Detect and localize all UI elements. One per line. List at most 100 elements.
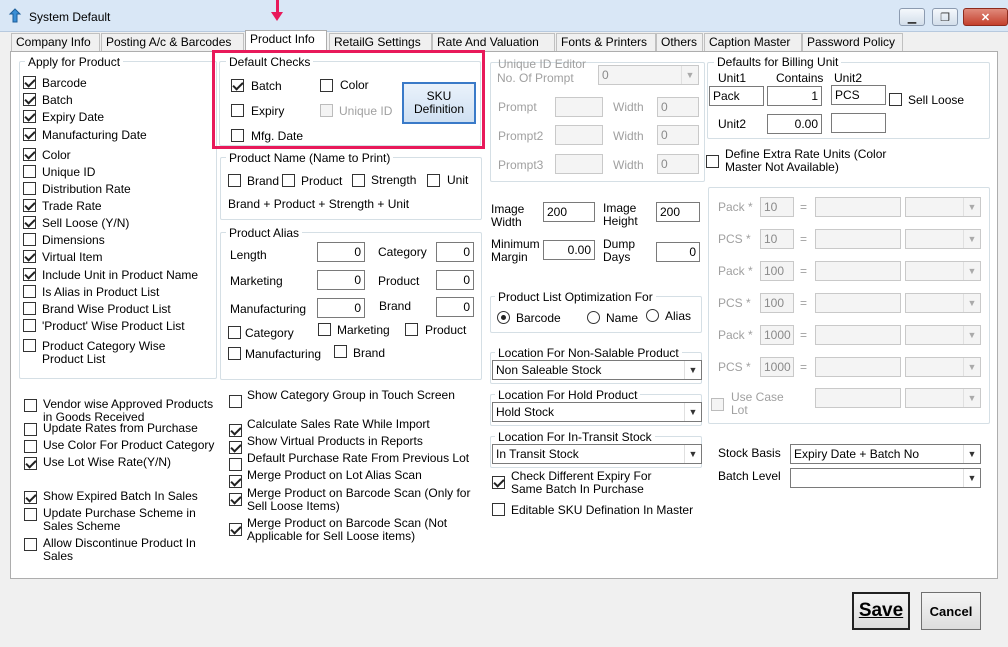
apply-checkbox[interactable] bbox=[23, 128, 36, 141]
alias-brand-input[interactable]: 0 bbox=[436, 297, 474, 317]
uid-width-input-2[interactable]: 0 bbox=[657, 125, 699, 145]
extra-rate-checkbox[interactable] bbox=[706, 155, 719, 168]
apply-checkbox[interactable] bbox=[23, 199, 36, 212]
apply-checkbox[interactable] bbox=[23, 216, 36, 229]
alias-manufacturing-input[interactable]: 0 bbox=[317, 298, 365, 318]
non-salable-select[interactable]: Non Saleable Stock ▼ bbox=[492, 360, 702, 380]
tab-others[interactable]: Others bbox=[656, 33, 703, 51]
uid-prompt-input[interactable] bbox=[555, 97, 603, 117]
left-option-checkbox[interactable] bbox=[24, 457, 37, 470]
uid-width-input-3[interactable]: 0 bbox=[657, 154, 699, 174]
apply-checkbox[interactable] bbox=[23, 268, 36, 281]
mid-option-checkbox[interactable] bbox=[229, 424, 242, 437]
mid-option-checkbox[interactable] bbox=[229, 475, 242, 488]
pn-unit-checkbox[interactable] bbox=[427, 174, 440, 187]
alias-product-input[interactable]: 0 bbox=[436, 270, 474, 290]
apply-checkbox[interactable] bbox=[23, 285, 36, 298]
use-case-lot-select[interactable]: ▼ bbox=[905, 388, 981, 408]
rate-value-input[interactable] bbox=[815, 293, 901, 313]
left-option-checkbox[interactable] bbox=[24, 508, 37, 521]
rate-unit-input[interactable]: 10 bbox=[760, 197, 794, 217]
apply-checkbox[interactable] bbox=[23, 182, 36, 195]
close-button[interactable]: ✕ bbox=[963, 8, 1008, 26]
uid-prompt2-input[interactable] bbox=[555, 125, 603, 145]
color-default-checkbox[interactable] bbox=[320, 79, 333, 92]
rate-unit-select[interactable]: ▼ bbox=[905, 261, 981, 281]
apply-checkbox[interactable] bbox=[23, 165, 36, 178]
rate-value-input[interactable] bbox=[815, 229, 901, 249]
mid-option-checkbox[interactable] bbox=[229, 458, 242, 471]
tab-fonts-printers[interactable]: Fonts & Printers bbox=[556, 33, 656, 51]
rate-value-input[interactable] bbox=[815, 261, 901, 281]
opt-alias-radio[interactable] bbox=[646, 309, 659, 322]
alias-marketing-input[interactable]: 0 bbox=[317, 270, 365, 290]
rate-unit-input[interactable]: 1000 bbox=[760, 325, 794, 345]
min-margin-input[interactable]: 0.00 bbox=[543, 240, 595, 260]
opt-barcode-radio[interactable] bbox=[497, 311, 510, 324]
rate-value-input[interactable] bbox=[815, 197, 901, 217]
left-option-checkbox[interactable] bbox=[24, 399, 37, 412]
alias-product-checkbox[interactable] bbox=[405, 323, 418, 336]
apply-checkbox[interactable] bbox=[23, 302, 36, 315]
mfg-date-default-checkbox[interactable] bbox=[231, 129, 244, 142]
apply-checkbox[interactable] bbox=[23, 339, 36, 352]
batch-default-checkbox[interactable] bbox=[231, 79, 244, 92]
rate-value-input[interactable] bbox=[815, 357, 901, 377]
apply-checkbox[interactable] bbox=[23, 319, 36, 332]
rate-value-input[interactable] bbox=[815, 325, 901, 345]
tab-posting[interactable]: Posting A/c & Barcodes bbox=[101, 33, 244, 51]
stock-basis-select[interactable]: Expiry Date + Batch No ▼ bbox=[790, 444, 981, 464]
use-case-lot-input[interactable] bbox=[815, 388, 901, 408]
left-option-checkbox[interactable] bbox=[24, 440, 37, 453]
tab-company-info[interactable]: Company Info bbox=[11, 33, 100, 51]
minimize-button[interactable]: ▁ bbox=[899, 8, 925, 26]
sell-loose-checkbox[interactable] bbox=[889, 93, 902, 106]
image-height-input[interactable]: 200 bbox=[656, 202, 700, 222]
rate-unit-select[interactable]: ▼ bbox=[905, 325, 981, 345]
rate-unit-select[interactable]: ▼ bbox=[905, 197, 981, 217]
expiry-default-checkbox[interactable] bbox=[231, 104, 244, 117]
batch-level-select[interactable]: ▼ bbox=[790, 468, 981, 488]
image-width-input[interactable]: 200 bbox=[543, 202, 595, 222]
left-option-checkbox[interactable] bbox=[24, 538, 37, 551]
apply-checkbox[interactable] bbox=[23, 110, 36, 123]
dump-days-input[interactable]: 0 bbox=[656, 242, 700, 262]
alias-category-checkbox[interactable] bbox=[228, 326, 241, 339]
tab-retailg-settings[interactable]: RetailG Settings bbox=[329, 33, 432, 51]
uid-width-input-1[interactable]: 0 bbox=[657, 97, 699, 117]
billing-unit2-extra-input[interactable] bbox=[831, 113, 886, 133]
uid-prompt3-input[interactable] bbox=[555, 154, 603, 174]
tab-password-policy[interactable]: Password Policy bbox=[802, 33, 903, 51]
rate-unit-input[interactable]: 100 bbox=[760, 261, 794, 281]
mid-option-checkbox[interactable] bbox=[229, 523, 242, 536]
apply-checkbox[interactable] bbox=[23, 93, 36, 106]
mid-option-checkbox[interactable] bbox=[229, 441, 242, 454]
rate-unit-select[interactable]: ▼ bbox=[905, 293, 981, 313]
alias-manufacturing-checkbox[interactable] bbox=[228, 347, 241, 360]
mid-option-checkbox[interactable] bbox=[229, 493, 242, 506]
transit-select[interactable]: In Transit Stock ▼ bbox=[492, 444, 702, 464]
rate-unit-select[interactable]: ▼ bbox=[905, 229, 981, 249]
tab-rate-valuation[interactable]: Rate And Valuation bbox=[432, 33, 555, 51]
rate-unit-input[interactable]: 1000 bbox=[760, 357, 794, 377]
pn-product-checkbox[interactable] bbox=[282, 174, 295, 187]
tab-product-info[interactable]: Product Info bbox=[245, 30, 327, 52]
use-case-lot-checkbox[interactable] bbox=[711, 398, 724, 411]
billing-unit2-input[interactable]: PCS bbox=[831, 85, 886, 105]
left-option-checkbox[interactable] bbox=[24, 423, 37, 436]
rate-unit-input[interactable]: 100 bbox=[760, 293, 794, 313]
billing-unit1-input[interactable]: Pack bbox=[709, 86, 764, 106]
apply-checkbox[interactable] bbox=[23, 250, 36, 263]
alias-length-input[interactable]: 0 bbox=[317, 242, 365, 262]
alias-category-input[interactable]: 0 bbox=[436, 242, 474, 262]
apply-checkbox[interactable] bbox=[23, 76, 36, 89]
alias-marketing-checkbox[interactable] bbox=[318, 323, 331, 336]
apply-checkbox[interactable] bbox=[23, 233, 36, 246]
save-button[interactable]: Save bbox=[852, 592, 910, 630]
alias-brand-checkbox[interactable] bbox=[334, 345, 347, 358]
maximize-button[interactable]: ❐ bbox=[932, 8, 958, 26]
rate-unit-input[interactable]: 10 bbox=[760, 229, 794, 249]
editable-sku-checkbox[interactable] bbox=[492, 503, 505, 516]
opt-name-radio[interactable] bbox=[587, 311, 600, 324]
expiry-check-checkbox[interactable] bbox=[492, 476, 505, 489]
